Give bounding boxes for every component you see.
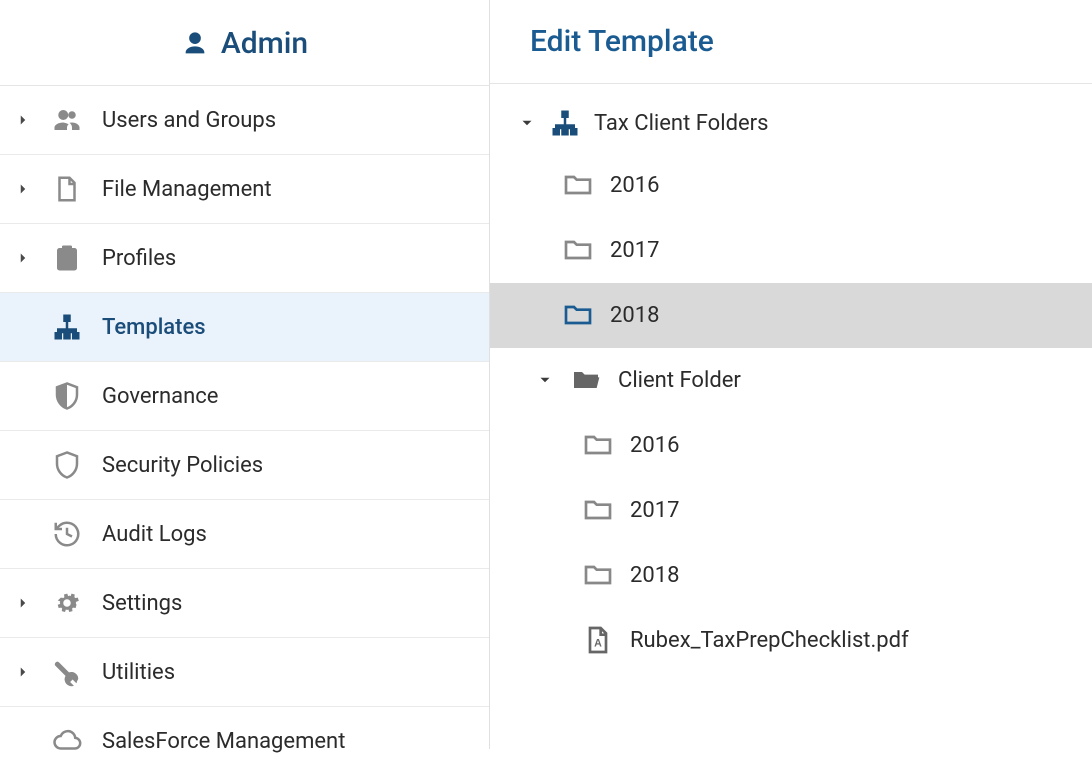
nav-label: Audit Logs — [102, 522, 469, 547]
folder-icon — [560, 232, 596, 268]
nav-label: Utilities — [102, 660, 469, 685]
nav-label: SalesForce Management — [102, 729, 469, 754]
nav-item-salesforce-management[interactable]: SalesForce Management — [0, 707, 489, 775]
chevron-down-icon[interactable] — [518, 114, 536, 132]
chevron-right-icon — [14, 180, 32, 198]
chevron-right-icon — [14, 594, 32, 612]
folder-icon — [560, 297, 596, 333]
nav-label: Security Policies — [102, 453, 469, 478]
nav-item-utilities[interactable]: Utilities — [0, 638, 489, 707]
folder-icon — [560, 167, 596, 203]
nav-item-security-policies[interactable]: Security Policies — [0, 431, 489, 500]
sidebar-header: Admin — [0, 0, 489, 86]
admin-icon — [181, 30, 209, 58]
edit-template-panel: Edit Template Tax Client Folders 2016 20… — [490, 0, 1092, 749]
tree-file-rubex-pdf[interactable]: Rubex_TaxPrepChecklist.pdf — [490, 608, 1092, 673]
shield-half-icon — [50, 379, 84, 413]
nav-label: Settings — [102, 591, 469, 616]
history-icon — [50, 517, 84, 551]
main-title: Edit Template — [530, 24, 714, 59]
sidebar-title: Admin — [221, 26, 308, 61]
tree-folder-client-2018[interactable]: 2018 — [490, 543, 1092, 608]
shield-icon — [50, 448, 84, 482]
hierarchy-icon — [550, 108, 580, 138]
nav-item-profiles[interactable]: Profiles — [0, 224, 489, 293]
tree-folder-2018[interactable]: 2018 — [490, 283, 1092, 348]
file-icon — [50, 172, 84, 206]
tree-label: 2017 — [610, 238, 1092, 263]
tree-folder-2017[interactable]: 2017 — [490, 218, 1092, 283]
tree-folder-client-folder[interactable]: Client Folder — [490, 348, 1092, 413]
admin-nav-list: Users and Groups File Management Profile… — [0, 86, 489, 775]
tree-folder-client-2016[interactable]: 2016 — [490, 413, 1092, 478]
nav-item-templates[interactable]: Templates — [0, 293, 489, 362]
tree-label: Tax Client Folders — [594, 111, 1092, 136]
chevron-right-icon — [14, 111, 32, 129]
clipboard-icon — [50, 241, 84, 275]
gear-icon — [50, 586, 84, 620]
folder-open-icon — [568, 362, 604, 398]
nav-item-users-and-groups[interactable]: Users and Groups — [0, 86, 489, 155]
folder-icon — [580, 427, 616, 463]
folder-icon — [580, 557, 616, 593]
nav-label: Governance — [102, 384, 469, 409]
chevron-right-icon — [14, 663, 32, 681]
tree-label: 2016 — [610, 173, 1092, 198]
nav-item-settings[interactable]: Settings — [0, 569, 489, 638]
tree-folder-2016[interactable]: 2016 — [490, 153, 1092, 218]
tree-root-tax-client-folders[interactable]: Tax Client Folders — [490, 94, 1092, 153]
tree-label: Rubex_TaxPrepChecklist.pdf — [630, 628, 1092, 653]
tree-folder-client-2017[interactable]: 2017 — [490, 478, 1092, 543]
users-icon — [50, 103, 84, 137]
admin-sidebar: Admin Users and Groups File Management P… — [0, 0, 490, 749]
hierarchy-icon — [50, 310, 84, 344]
folder-icon — [580, 492, 616, 528]
nav-label: Profiles — [102, 246, 469, 271]
pdf-file-icon — [580, 622, 616, 658]
template-tree: Tax Client Folders 2016 2017 2018 Client… — [490, 84, 1092, 673]
nav-item-governance[interactable]: Governance — [0, 362, 489, 431]
main-header: Edit Template — [490, 0, 1092, 84]
chevron-down-icon[interactable] — [536, 371, 554, 389]
tree-label: Client Folder — [618, 368, 1092, 393]
tree-label: 2018 — [610, 303, 1092, 328]
chevron-right-icon — [14, 249, 32, 267]
tree-label: 2017 — [630, 498, 1092, 523]
nav-label: File Management — [102, 177, 469, 202]
nav-label: Templates — [102, 315, 469, 340]
cloud-icon — [50, 724, 84, 758]
nav-item-file-management[interactable]: File Management — [0, 155, 489, 224]
tree-label: 2018 — [630, 563, 1092, 588]
wrench-icon — [50, 655, 84, 689]
nav-item-audit-logs[interactable]: Audit Logs — [0, 500, 489, 569]
nav-label: Users and Groups — [102, 108, 469, 133]
tree-label: 2016 — [630, 433, 1092, 458]
